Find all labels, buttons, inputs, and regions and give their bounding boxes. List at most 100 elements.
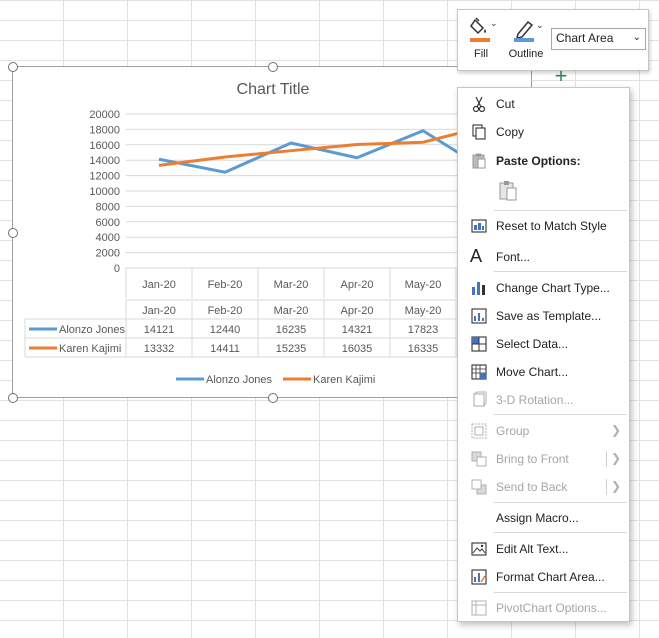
table-row-label: Alonzo Jones bbox=[59, 324, 126, 336]
clipboard-icon bbox=[472, 153, 486, 169]
pen-outline-icon: ⌄ bbox=[514, 20, 544, 42]
move-chart-icon bbox=[471, 364, 487, 380]
menu-label-reset-style: Reset to Match Style bbox=[496, 219, 607, 233]
group-icon bbox=[471, 423, 487, 439]
series-line-2 bbox=[158, 124, 490, 167]
legend-entry: Alonzo Jones bbox=[206, 374, 273, 386]
y-tick-label: 12000 bbox=[89, 171, 120, 183]
menu-item-bring-front[interactable]: Bring to Front ❯ bbox=[458, 447, 629, 471]
table-cell: 14321 bbox=[342, 324, 373, 336]
table-cell: 16035 bbox=[342, 343, 373, 355]
paint-bucket-icon: ⌄ bbox=[470, 17, 498, 42]
table-cell: 16335 bbox=[408, 343, 439, 355]
menu-label-send-back: Send to Back bbox=[496, 480, 568, 494]
bring-front-icon bbox=[471, 451, 487, 467]
chevron-right-icon[interactable]: ❯ bbox=[611, 451, 621, 465]
menu-label-edit-alt-text: Edit Alt Text... bbox=[496, 542, 569, 556]
table-header-cell: May-20 bbox=[405, 305, 442, 317]
menu-label-move-chart: Move Chart... bbox=[496, 365, 569, 379]
menu-separator bbox=[494, 210, 627, 211]
y-tick-label: 18000 bbox=[89, 124, 120, 136]
menu-item-change-chart-type[interactable]: Change Chart Type... bbox=[458, 276, 629, 300]
resize-handle-bottom-left[interactable] bbox=[8, 393, 18, 403]
table-header-cell: Mar-20 bbox=[274, 305, 309, 317]
menu-item-copy[interactable]: Copy bbox=[458, 120, 629, 144]
y-tick-label: 0 bbox=[114, 263, 120, 275]
outline-button[interactable]: ⌄ Outline bbox=[504, 14, 548, 70]
resize-handle-bottom[interactable] bbox=[268, 393, 278, 403]
chart-element-select[interactable]: Chart Area ⌄ bbox=[551, 28, 646, 50]
paste-keep-formatting-button[interactable] bbox=[458, 176, 629, 206]
y-tick-label: 8000 bbox=[96, 201, 120, 213]
menu-label-save-template: Save as Template... bbox=[496, 309, 602, 323]
menu-label-group: Group bbox=[496, 424, 530, 438]
menu-item-move-chart[interactable]: Move Chart... bbox=[458, 360, 629, 384]
chevron-right-icon: ❯ bbox=[610, 423, 621, 437]
font-a-icon: A bbox=[470, 246, 483, 266]
menu-item-select-data[interactable]: Select Data... bbox=[458, 332, 629, 356]
chevron-down-icon: ⌄ bbox=[632, 32, 641, 43]
menu-label-assign-macro: Assign Macro... bbox=[496, 511, 579, 525]
resize-handle-left[interactable] bbox=[8, 228, 18, 238]
table-cell: 14411 bbox=[210, 343, 240, 355]
menu-item-3d-rotation[interactable]: 3-D Rotation... bbox=[458, 388, 629, 412]
menu-label-copy: Copy bbox=[496, 125, 525, 139]
x-tick-label: Mar-20 bbox=[274, 279, 309, 291]
select-data-icon bbox=[471, 336, 487, 352]
menu-separator bbox=[494, 414, 627, 415]
resize-handle-top-left[interactable] bbox=[8, 62, 18, 72]
table-cell: 12440 bbox=[210, 324, 241, 336]
y-tick-label: 16000 bbox=[89, 140, 120, 152]
fill-button[interactable]: ⌄ Fill bbox=[466, 14, 498, 70]
context-menu: Cut Copy Paste Options: Reset to Match S… bbox=[457, 87, 630, 622]
3d-rotation-icon bbox=[473, 391, 487, 407]
menu-label-select-data: Select Data... bbox=[496, 337, 569, 351]
y-tick-label: 4000 bbox=[96, 232, 120, 244]
y-tick-label: 6000 bbox=[96, 217, 120, 229]
chart-area[interactable]: Chart Title 20000 18000 16000 14000 12000 100… bbox=[12, 66, 532, 398]
menu-item-font[interactable]: A Font... bbox=[458, 245, 629, 269]
y-tick-label: 14000 bbox=[89, 155, 120, 167]
menu-label-font: Font... bbox=[496, 250, 531, 264]
table-cell: 17823 bbox=[408, 324, 439, 336]
pivotchart-icon bbox=[471, 600, 487, 616]
menu-separator bbox=[494, 502, 627, 503]
alt-text-icon bbox=[471, 542, 487, 556]
menu-item-format-chart-area[interactable]: Format Chart Area... bbox=[458, 565, 629, 589]
x-tick-label: Apr-20 bbox=[340, 279, 373, 291]
menu-item-edit-alt-text[interactable]: Edit Alt Text... bbox=[458, 537, 629, 561]
menu-separator bbox=[494, 532, 627, 533]
resize-handle-top[interactable] bbox=[268, 62, 278, 72]
menu-item-cut[interactable]: Cut bbox=[458, 92, 629, 116]
x-tick-label: May-20 bbox=[405, 279, 442, 291]
send-back-icon bbox=[471, 479, 487, 495]
line-chart: Chart Title 2000018000160001400012000100… bbox=[24, 81, 531, 386]
svg-text:⌄: ⌄ bbox=[536, 20, 544, 30]
menu-label-3d-rotation: 3-D Rotation... bbox=[496, 393, 574, 407]
x-tick-label: Jan-20 bbox=[142, 279, 176, 291]
x-tick-label: Feb-20 bbox=[208, 279, 243, 291]
menu-item-pivotchart-options[interactable]: PivotChart Options... bbox=[458, 596, 629, 620]
legend-entry: Karen Kajimi bbox=[313, 374, 375, 386]
menu-label-format-chart-area: Format Chart Area... bbox=[496, 570, 605, 584]
menu-item-reset-style[interactable]: Reset to Match Style bbox=[458, 214, 629, 238]
menu-item-send-back[interactable]: Send to Back ❯ bbox=[458, 475, 629, 499]
mini-toolbar: ⌄ Fill ⌄ Outline Chart Area ⌄ bbox=[457, 9, 649, 71]
table-header-cell: Jan-20 bbox=[142, 305, 176, 317]
reset-style-icon bbox=[471, 219, 487, 233]
chart-element-select-value: Chart Area bbox=[556, 31, 614, 45]
menu-item-save-template[interactable]: Save as Template... bbox=[458, 304, 629, 328]
scissors-icon bbox=[472, 96, 486, 113]
chevron-right-icon[interactable]: ❯ bbox=[611, 479, 621, 493]
table-cell: 15235 bbox=[276, 343, 307, 355]
y-tick-label: 2000 bbox=[96, 248, 120, 260]
table-cell: 13332 bbox=[144, 343, 175, 355]
menu-label-paste-options: Paste Options: bbox=[496, 154, 581, 168]
menu-label-change-chart-type: Change Chart Type... bbox=[496, 281, 610, 295]
chart-title[interactable]: Chart Title bbox=[237, 81, 310, 98]
menu-split-divider bbox=[606, 451, 607, 467]
table-cell: 16235 bbox=[276, 324, 307, 336]
menu-item-assign-macro[interactable]: Assign Macro... bbox=[458, 506, 629, 530]
table-cell: 14121 bbox=[144, 324, 175, 336]
menu-item-group[interactable]: Group ❯ bbox=[458, 419, 629, 443]
